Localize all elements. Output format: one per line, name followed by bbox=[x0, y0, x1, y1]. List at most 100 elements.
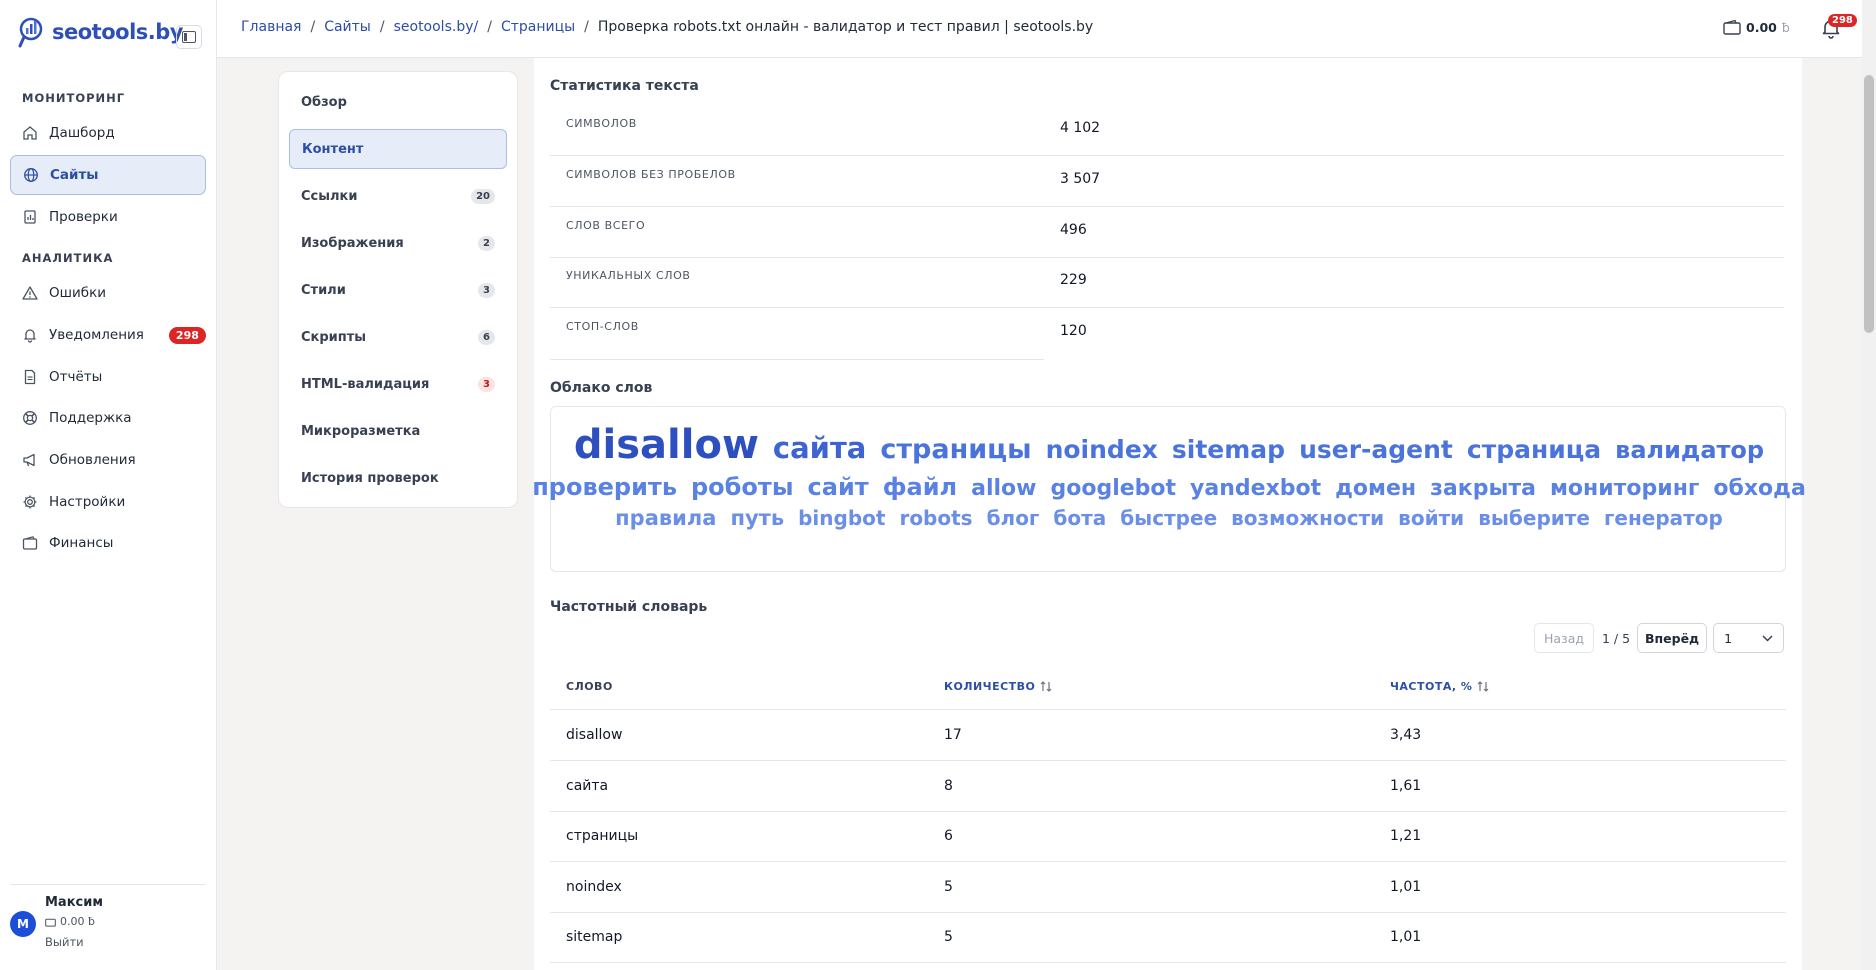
sidebar-item-settings[interactable]: Настройки bbox=[10, 482, 206, 522]
brand-name: seotools.by bbox=[52, 20, 183, 44]
topbar: Главная / Сайты / seotools.by/ / Страниц… bbox=[217, 0, 1876, 58]
scrollbar-thumb[interactable] bbox=[1864, 75, 1874, 333]
prev-page-button[interactable]: Назад bbox=[1534, 623, 1594, 653]
avatar[interactable]: М bbox=[10, 911, 36, 937]
sidebar-item-errors[interactable]: Ошибки bbox=[10, 273, 206, 313]
tab-styles[interactable]: Стили 3 bbox=[289, 270, 507, 310]
cloud-word[interactable]: генератор bbox=[1604, 508, 1723, 528]
cell-count: 8 bbox=[944, 778, 953, 794]
cloud-word[interactable]: роботы bbox=[691, 475, 794, 499]
tab-label: Ссылки bbox=[301, 188, 358, 204]
cloud-word[interactable]: страница bbox=[1467, 437, 1601, 462]
tab-microdata[interactable]: Микроразметка bbox=[289, 411, 507, 451]
cloud-word[interactable]: allow bbox=[971, 478, 1036, 500]
cloud-word[interactable]: путь bbox=[730, 508, 784, 529]
cloud-word[interactable]: возможности bbox=[1231, 508, 1384, 528]
logout-link[interactable]: Выйти bbox=[45, 935, 84, 949]
cloud-word[interactable]: быстрее bbox=[1120, 508, 1217, 528]
cloud-word[interactable]: disallow bbox=[574, 425, 759, 465]
tab-history[interactable]: История проверок bbox=[289, 458, 507, 498]
wallet-balance[interactable]: 0.00 ƀ bbox=[1723, 19, 1790, 35]
cloud-word[interactable]: бота bbox=[1053, 508, 1106, 528]
tab-label: Стили bbox=[301, 282, 346, 298]
cloud-word[interactable]: домен bbox=[1335, 478, 1416, 500]
cloud-word[interactable]: robots bbox=[899, 508, 972, 528]
cell-count: 6 bbox=[944, 828, 953, 844]
column-header-count[interactable]: КОЛИЧЕСТВО bbox=[944, 680, 1052, 693]
gear-icon bbox=[23, 495, 37, 509]
stat-row: СТОП-СЛОВ 120 bbox=[550, 308, 1784, 360]
column-header-label: КОЛИЧЕСТВО bbox=[944, 680, 1036, 693]
logo-icon bbox=[18, 17, 43, 48]
cell-word: сайта bbox=[566, 778, 609, 794]
bell-icon bbox=[24, 329, 36, 343]
column-header-frequency[interactable]: ЧАСТОТА, % bbox=[1390, 680, 1489, 693]
sidebar-item-sites[interactable]: Сайты bbox=[10, 155, 206, 195]
tab-count-badge: 20 bbox=[471, 188, 495, 204]
sort-icon bbox=[1040, 681, 1052, 692]
sidebar-item-updates[interactable]: Обновления bbox=[10, 440, 206, 480]
cloud-word[interactable]: user-agent bbox=[1299, 437, 1453, 462]
pagination: Назад 1 / 5 Вперёд 1 bbox=[1534, 623, 1785, 653]
sidebar-item-notifications[interactable]: Уведомления 298 bbox=[10, 315, 206, 355]
page-select[interactable]: 1 bbox=[1713, 623, 1785, 653]
cloud-word[interactable]: страницы bbox=[880, 436, 1031, 463]
sidebar-item-label: Настройки bbox=[49, 494, 126, 510]
wallet-amount: 0.00 bbox=[1746, 19, 1777, 35]
home-icon bbox=[23, 126, 37, 140]
sidebar-item-dashboard[interactable]: Дашборд bbox=[10, 113, 206, 153]
user-balance-value: 0.00 ƀ bbox=[60, 915, 95, 928]
tab-content[interactable]: Контент bbox=[289, 129, 507, 169]
sidebar-toggle-button[interactable] bbox=[176, 25, 202, 49]
cloud-word[interactable]: bingbot bbox=[798, 508, 885, 528]
sidebar-item-support[interactable]: Поддержка bbox=[10, 398, 206, 438]
cloud-word[interactable]: файл bbox=[883, 475, 957, 499]
section-analytics-title: АНАЛИТИКА bbox=[22, 251, 114, 265]
divider bbox=[550, 359, 1044, 360]
sidebar-item-finance[interactable]: Финансы bbox=[10, 523, 206, 563]
logo[interactable]: seotools.by bbox=[18, 14, 183, 50]
cloud-word[interactable]: yandexbot bbox=[1190, 478, 1321, 500]
cloud-word[interactable]: noindex bbox=[1046, 437, 1158, 462]
next-page-button[interactable]: Вперёд bbox=[1637, 623, 1708, 653]
tab-images[interactable]: Изображения 2 bbox=[289, 223, 507, 263]
breadcrumb-home[interactable]: Главная bbox=[241, 19, 301, 35]
cloud-word[interactable]: сайта bbox=[773, 434, 866, 463]
tab-label: Скрипты bbox=[301, 329, 367, 345]
cloud-word[interactable]: проверить bbox=[532, 475, 677, 499]
tab-label: История проверок bbox=[301, 470, 439, 486]
chevron-down-icon bbox=[1762, 634, 1773, 642]
sidebar-item-label: Проверки bbox=[49, 209, 118, 225]
cloud-word[interactable]: войти bbox=[1398, 508, 1464, 528]
breadcrumb-sites[interactable]: Сайты bbox=[324, 19, 371, 35]
cloud-word[interactable]: валидатор bbox=[1615, 438, 1764, 462]
page-indicator: 1 / 5 bbox=[1602, 630, 1631, 646]
tab-links[interactable]: Ссылки 20 bbox=[289, 176, 507, 216]
cloud-word[interactable]: блог bbox=[987, 508, 1040, 528]
section-monitoring-title: МОНИТОРИНГ bbox=[22, 91, 126, 105]
cloud-word[interactable]: обхода bbox=[1713, 478, 1805, 500]
sidebar-item-reports[interactable]: Отчёты bbox=[10, 357, 206, 397]
cloud-word[interactable]: правила bbox=[615, 508, 716, 529]
cloud-word[interactable]: закрыта bbox=[1430, 478, 1536, 500]
cloud-word[interactable]: sitemap bbox=[1172, 437, 1285, 462]
cloud-word[interactable]: мониторинг bbox=[1550, 478, 1699, 500]
sidebar-item-checks[interactable]: Проверки bbox=[10, 197, 206, 237]
tab-label: Изображения bbox=[301, 235, 404, 251]
word-cloud-line: проверить роботы сайт файл allow googlebot yan… bbox=[532, 475, 1806, 500]
globe-icon bbox=[24, 168, 38, 182]
notifications-count-badge: 298 bbox=[1828, 14, 1857, 27]
tab-label: Контент bbox=[302, 141, 364, 157]
cloud-word[interactable]: выберите bbox=[1478, 508, 1590, 528]
tab-overview[interactable]: Обзор bbox=[289, 82, 507, 122]
cloud-word[interactable]: googlebot bbox=[1050, 478, 1176, 500]
page-scrollbar[interactable] bbox=[1862, 0, 1876, 970]
tab-label: Обзор bbox=[301, 94, 347, 110]
cloud-word[interactable]: сайт bbox=[808, 475, 869, 499]
breadcrumb-pages[interactable]: Страницы bbox=[501, 19, 575, 35]
page-tabs: Обзор Контент Ссылки 20 Изображения 2 Стил… bbox=[278, 71, 518, 508]
tab-label: Микроразметка bbox=[301, 423, 421, 439]
breadcrumb-site[interactable]: seotools.by/ bbox=[394, 19, 479, 35]
tab-html-validation[interactable]: HTML-валидация 3 bbox=[289, 364, 507, 404]
tab-scripts[interactable]: Скрипты 6 bbox=[289, 317, 507, 357]
